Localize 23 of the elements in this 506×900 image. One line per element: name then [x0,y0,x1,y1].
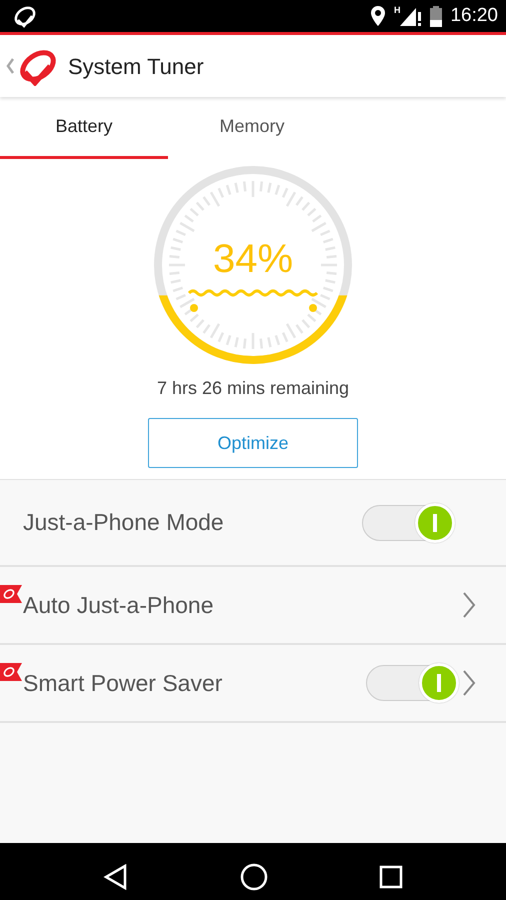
app-notification-icon [12,4,38,28]
battery-icon [430,6,442,26]
optimize-button[interactable]: Optimize [148,418,358,468]
time-remaining: 7 hrs 26 mins remaining [156,378,350,398]
signal-icon [400,6,422,26]
tab[interactable]: Memory [168,97,336,159]
chevron-icon[interactable] [462,670,476,696]
clock-time: 16:20 [450,4,498,28]
battery-percent: 34% [212,239,294,279]
back-icon[interactable] [103,864,130,890]
toggle-switch[interactable] [366,665,458,701]
toggle-switch[interactable] [362,504,454,540]
home-icon[interactable] [240,863,268,891]
location-icon [370,6,386,26]
setting-label[interactable]: Just-a-Phone Mode [23,505,224,540]
network-type: H [394,6,400,15]
tab[interactable]: Battery [0,97,168,159]
setting-label[interactable]: Auto Just-a-Phone [23,588,214,622]
back-chevron-icon[interactable] [4,56,16,76]
setting-label[interactable]: Smart Power Saver [23,666,222,700]
chevron-icon[interactable] [462,592,476,618]
recents-icon[interactable] [378,865,403,889]
app-title: System Tuner [68,52,204,81]
